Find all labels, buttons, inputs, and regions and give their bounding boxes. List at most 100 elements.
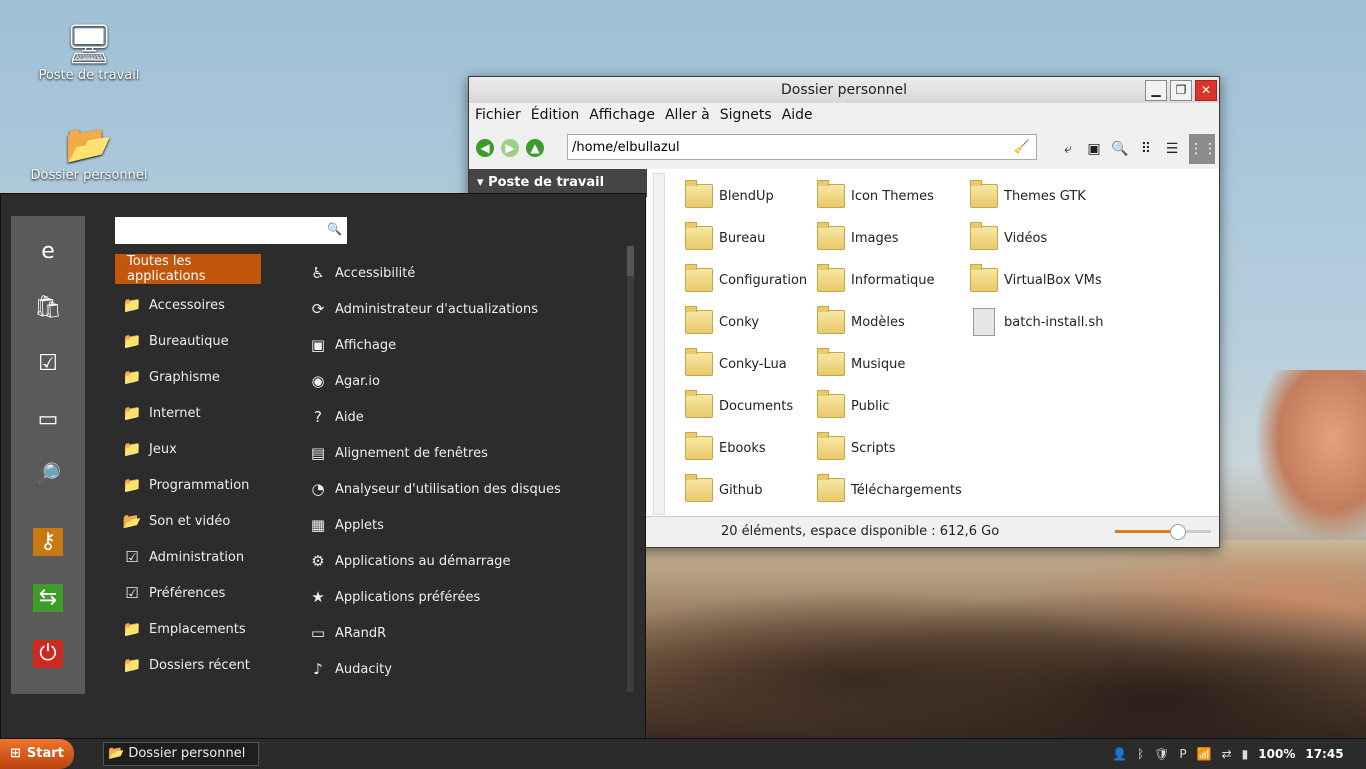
maximize-button[interactable]: ❐ (1170, 80, 1192, 101)
clear-icon[interactable]: 🧹 (1014, 135, 1030, 161)
menu-category[interactable]: 📁 Graphisme (115, 362, 285, 392)
close-button[interactable]: ✕ (1195, 80, 1217, 101)
menu-app-item[interactable]: ⚙ Applications au démarrage (307, 546, 510, 576)
app-icon: ♪ (313, 660, 323, 678)
forward-icon[interactable]: ▶ (501, 139, 519, 157)
menu-app-item[interactable]: ♿ Accessibilité (307, 258, 415, 288)
menu-fichier[interactable]: Fichier (475, 107, 521, 123)
menu-app-item[interactable]: ★ Applications préférées (307, 582, 480, 612)
task-label: Dossier personnel (128, 746, 246, 761)
file-name: Ebooks (719, 440, 766, 456)
power-icon[interactable]: ⏻ (33, 640, 63, 668)
menu-app-item[interactable]: ? Aide (307, 402, 364, 432)
app-icon: ◉ (311, 372, 325, 390)
lock-key-icon[interactable]: ⚷ (33, 528, 63, 556)
list-view-icon[interactable]: ☰ (1163, 141, 1181, 157)
wallpaper-hand (1256, 370, 1366, 540)
desktop-icon-computer[interactable]: 🖥 Poste de travail (29, 20, 149, 83)
desktop-icon-home[interactable]: 📂 Dossier personnel (29, 120, 149, 183)
menu-scrollbar[interactable] (627, 246, 634, 692)
location-bar[interactable]: /home/elbullazul 🧹 (567, 134, 1037, 160)
menu-app-item[interactable]: ▭ ARandR (307, 618, 386, 648)
window-titlebar[interactable]: Dossier personnel ▁ ❐ ✕ (469, 77, 1219, 103)
menu-category[interactable]: 📁 Internet (115, 398, 285, 428)
category-label: Programmation (149, 477, 250, 493)
menu-app-item[interactable]: ▤ Alignement de fenêtres (307, 438, 488, 468)
folder-icon (817, 432, 845, 460)
file-item[interactable]: Themes GTK (970, 179, 1086, 213)
file-item[interactable]: Ebooks (685, 431, 766, 465)
minimize-button[interactable]: ▁ (1145, 80, 1167, 101)
file-item[interactable]: Musique (817, 347, 905, 381)
file-item[interactable]: Informatique (817, 263, 935, 297)
system-tray: 👤 ᛒ 🛡 P 📶 ⇄ ▮ 100% 17:45 (1112, 739, 1366, 769)
menu-affichage[interactable]: Affichage (589, 107, 655, 123)
menu-aller[interactable]: Aller à (665, 107, 710, 123)
menu-category[interactable]: 📁 Dossiers récent (115, 650, 285, 680)
menu-category[interactable]: ☑ Administration (115, 542, 285, 572)
file-item[interactable]: Github (685, 473, 763, 507)
menu-signets[interactable]: Signets (720, 107, 772, 123)
file-item[interactable]: Modèles (817, 305, 905, 339)
file-item[interactable]: BlendUp (685, 179, 774, 213)
menu-category[interactable]: 📁 Programmation (115, 470, 285, 500)
file-item[interactable]: Icon Themes (817, 179, 934, 213)
network-icon[interactable]: ⇄ (1222, 747, 1232, 761)
search-icon[interactable]: 🔍 (1111, 141, 1129, 157)
zoom-knob[interactable] (1170, 524, 1187, 540)
file-item[interactable]: Téléchargements (817, 473, 962, 507)
compact-view-icon[interactable]: ⋮⋮ (1189, 134, 1217, 164)
file-item[interactable]: batch-install.sh (970, 305, 1103, 339)
wifi-icon[interactable]: 📶 (1197, 747, 1212, 761)
menu-app-item[interactable]: ▦ Applets (307, 510, 384, 540)
menu-app-item[interactable]: ◔ Analyseur d'utilisation des disques (307, 474, 560, 504)
store-icon[interactable]: 🛍 (33, 294, 63, 322)
menu-app-item[interactable]: ⟳ Administrateur d'actualizations (307, 294, 538, 324)
icon-view-icon[interactable]: ⠿ (1137, 141, 1155, 157)
package-icon[interactable]: P (1179, 747, 1186, 761)
browser-icon[interactable]: e (33, 238, 63, 266)
zoom-slider[interactable] (1115, 524, 1211, 540)
sidebar-scrollbar[interactable] (653, 173, 665, 515)
user-icon[interactable]: 👤 (1112, 747, 1127, 761)
menu-aide[interactable]: Aide (782, 107, 813, 123)
file-item[interactable]: Public (817, 389, 889, 423)
terminal-icon[interactable]: ▣ (1085, 141, 1103, 157)
open-terminal-icon[interactable]: ⤶ (1059, 141, 1077, 157)
menu-category[interactable]: 📁 Jeux (115, 434, 285, 464)
file-item[interactable]: Scripts (817, 431, 895, 465)
menu-edition[interactable]: Édition (531, 107, 579, 123)
task-icon[interactable]: ☑ (33, 350, 63, 378)
file-item[interactable]: Conky-Lua (685, 347, 787, 381)
up-icon[interactable]: ▲ (526, 139, 544, 157)
switch-user-icon[interactable]: ⇆ (33, 584, 63, 612)
menu-search-input[interactable]: 🔍 (115, 217, 347, 244)
file-item[interactable]: Bureau (685, 221, 765, 255)
menu-scroll-thumb[interactable] (627, 246, 634, 276)
file-search-icon[interactable]: 🔎 (33, 462, 63, 490)
file-item[interactable]: VirtualBox VMs (970, 263, 1102, 297)
menu-category[interactable]: 📁 Accessoires (115, 290, 285, 320)
file-item[interactable]: Images (817, 221, 899, 255)
menu-app-item[interactable]: ♪ Audacity (307, 654, 392, 684)
file-item[interactable]: Vidéos (970, 221, 1047, 255)
menu-category[interactable]: Toutes les applications (115, 254, 261, 284)
terminal-app-icon[interactable]: ▭ (33, 406, 63, 434)
battery-icon[interactable]: ▮ (1242, 747, 1249, 761)
menu-category[interactable]: ☑ Préférences (115, 578, 285, 608)
file-name: Github (719, 482, 763, 498)
menu-app-item[interactable]: ◉ Agar.io (307, 366, 380, 396)
back-icon[interactable]: ◀ (476, 139, 494, 157)
clock[interactable]: 17:45 (1305, 747, 1343, 761)
bluetooth-icon[interactable]: ᛒ (1137, 747, 1144, 761)
taskbar-item-file-manager[interactable]: 📂 Dossier personnel (103, 742, 259, 766)
menu-app-item[interactable]: ▣ Affichage (307, 330, 396, 360)
menu-category[interactable]: 📂 Son et vidéo (115, 506, 285, 536)
start-button[interactable]: ⊞ Start (0, 739, 74, 769)
menu-category[interactable]: 📁 Bureautique (115, 326, 285, 356)
shield-icon[interactable]: 🛡 (1154, 747, 1169, 761)
file-item[interactable]: Conky (685, 305, 759, 339)
file-item[interactable]: Configuration (685, 263, 807, 297)
menu-category[interactable]: 📁 Emplacements (115, 614, 285, 644)
file-item[interactable]: Documents (685, 389, 793, 423)
